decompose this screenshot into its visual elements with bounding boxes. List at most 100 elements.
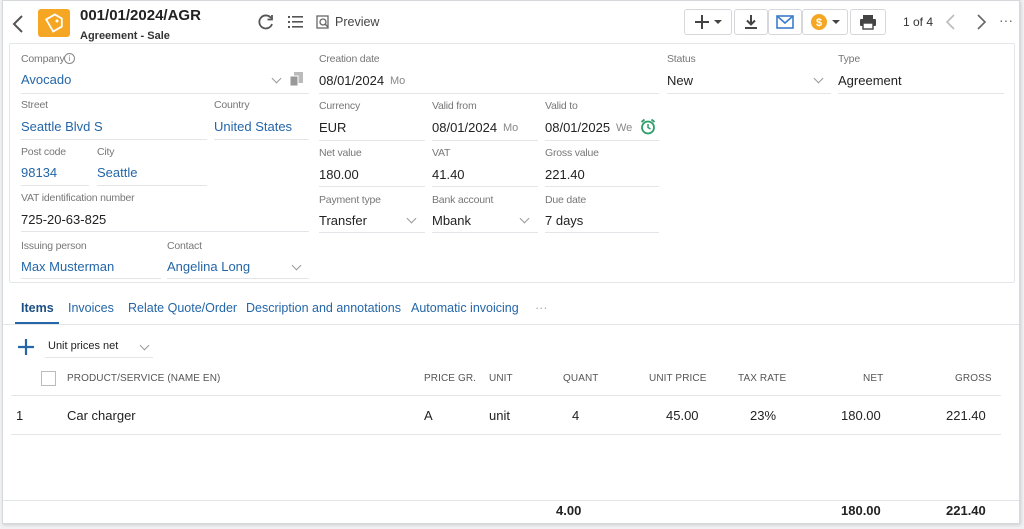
payment-type-underline xyxy=(319,232,425,233)
email-button[interactable] xyxy=(768,9,802,35)
creation-date-field[interactable]: 08/01/2024 xyxy=(319,73,384,88)
download-button[interactable] xyxy=(734,9,768,35)
select-all-checkbox[interactable] xyxy=(41,371,56,386)
bank-account-field[interactable]: Mbank xyxy=(432,213,471,228)
payment-type-field[interactable]: Transfer xyxy=(319,213,367,228)
valid-from-field[interactable]: 08/01/2024 xyxy=(432,120,497,135)
contact-label: Contact xyxy=(167,240,202,252)
add-button[interactable] xyxy=(684,9,732,35)
back-button[interactable] xyxy=(9,13,29,35)
issuing-person-field[interactable]: Max Musterman xyxy=(21,259,114,274)
bank-account-label: Bank account xyxy=(432,194,494,206)
next-record-button[interactable] xyxy=(974,12,988,32)
refresh-button[interactable] xyxy=(257,13,275,31)
contact-underline xyxy=(167,278,309,279)
price-mode-select[interactable]: Unit prices net xyxy=(45,338,153,358)
tab-invoices[interactable]: Invoices xyxy=(68,301,114,315)
total-net: 180.00 xyxy=(841,503,881,518)
city-field[interactable]: Seattle xyxy=(97,165,137,180)
tab-relate-quote-order[interactable]: Relate Quote/Order xyxy=(128,301,237,315)
country-field[interactable]: United States xyxy=(214,119,292,134)
vat-id-field[interactable]: 725-20-63-825 xyxy=(21,212,106,227)
col-tax-rate[interactable]: TAX RATE xyxy=(738,373,786,384)
reminder-button[interactable] xyxy=(640,118,656,135)
row-unit: unit xyxy=(489,408,510,423)
type-field: Agreement xyxy=(838,73,902,88)
previous-record-button[interactable] xyxy=(944,12,958,32)
issuing-person-label: Issuing person xyxy=(21,240,87,252)
post-code-label: Post code xyxy=(21,146,66,158)
tab-items[interactable]: Items xyxy=(21,301,54,315)
svg-text:$: $ xyxy=(816,17,822,29)
document-type: Agreement - Sale xyxy=(80,30,170,42)
company-underline xyxy=(21,93,309,94)
row-gross: 221.40 xyxy=(946,408,986,423)
col-quantity[interactable]: QUANT xyxy=(563,373,599,384)
post-code-underline xyxy=(21,185,89,186)
valid-to-weekday: We xyxy=(616,122,633,134)
vat-label: VAT xyxy=(432,147,451,159)
currency-field[interactable]: EUR xyxy=(319,120,346,135)
col-unit[interactable]: UNIT xyxy=(489,373,513,384)
tab-more[interactable]: ··· xyxy=(535,301,548,315)
col-price-group[interactable]: PRICE GR. xyxy=(424,373,476,384)
row-number: 1 xyxy=(16,408,24,423)
copy-company-button[interactable] xyxy=(289,71,305,87)
info-icon: i xyxy=(64,53,75,64)
caret-down-icon xyxy=(714,20,722,24)
vat-id-label: VAT identification number xyxy=(21,192,135,204)
payment-type-label: Payment type xyxy=(319,194,381,206)
document-window: 001/01/2024/AGR Agreement - Sale Preview… xyxy=(2,0,1020,524)
row-quantity: 4 xyxy=(572,408,580,423)
payment-button[interactable]: $ xyxy=(802,9,848,35)
valid-to-field[interactable]: 08/01/2025 xyxy=(545,120,610,135)
preview-icon xyxy=(316,15,329,29)
chevron-right-icon xyxy=(977,14,987,30)
refresh-icon xyxy=(258,14,273,30)
company-field[interactable]: Avocado xyxy=(21,72,71,87)
chevron-left-icon xyxy=(12,15,23,33)
net-value-underline xyxy=(319,186,425,187)
document-number: 001/01/2024/AGR xyxy=(80,7,201,24)
col-net[interactable]: NET xyxy=(863,373,883,384)
preview-button[interactable]: Preview xyxy=(315,14,379,30)
col-gross[interactable]: GROSS xyxy=(955,373,992,384)
valid-from-weekday: Mo xyxy=(503,122,519,134)
document-type-icon xyxy=(38,9,70,37)
row-unit-price: 45.00 xyxy=(666,408,699,423)
valid-to-label: Valid to xyxy=(545,100,578,112)
city-underline xyxy=(97,185,207,186)
type-label: Type xyxy=(838,53,860,65)
currency-underline xyxy=(319,140,425,141)
vat-underline xyxy=(432,186,538,187)
row-product[interactable]: Car charger xyxy=(67,408,136,423)
due-date-field[interactable]: 7 days xyxy=(545,213,583,228)
status-field[interactable]: New xyxy=(667,73,693,88)
print-button[interactable] xyxy=(850,9,886,35)
creation-date-weekday: Mo xyxy=(390,75,406,87)
row-net: 180.00 xyxy=(841,408,881,423)
tab-description-annotations[interactable]: Description and annotations xyxy=(246,301,401,315)
bank-account-underline xyxy=(432,232,538,233)
street-field[interactable]: Seattle Blvd S xyxy=(21,119,103,134)
alarm-clock-icon xyxy=(640,118,656,135)
tab-automatic-invoicing[interactable]: Automatic invoicing xyxy=(411,301,519,315)
gross-value-underline xyxy=(545,186,659,187)
col-product[interactable]: PRODUCT/SERVICE (NAME EN) xyxy=(67,373,220,384)
street-label: Street xyxy=(21,99,48,111)
list-button[interactable] xyxy=(287,14,305,30)
gross-value-label: Gross value xyxy=(545,147,599,159)
add-item-button[interactable] xyxy=(17,338,35,356)
country-underline xyxy=(214,139,309,140)
col-unit-price[interactable]: UNIT PRICE xyxy=(649,373,707,384)
street-underline xyxy=(21,139,207,140)
more-options-button[interactable]: ··· xyxy=(999,12,1013,28)
valid-to-underline xyxy=(545,140,659,141)
caret-down-icon xyxy=(832,20,840,24)
download-icon xyxy=(745,15,757,29)
row-tax-rate: 23% xyxy=(750,408,777,423)
post-code-field[interactable]: 98134 xyxy=(21,165,57,180)
plus-icon xyxy=(18,339,34,355)
tab-divider xyxy=(3,324,1019,325)
contact-field[interactable]: Angelina Long xyxy=(167,259,250,274)
